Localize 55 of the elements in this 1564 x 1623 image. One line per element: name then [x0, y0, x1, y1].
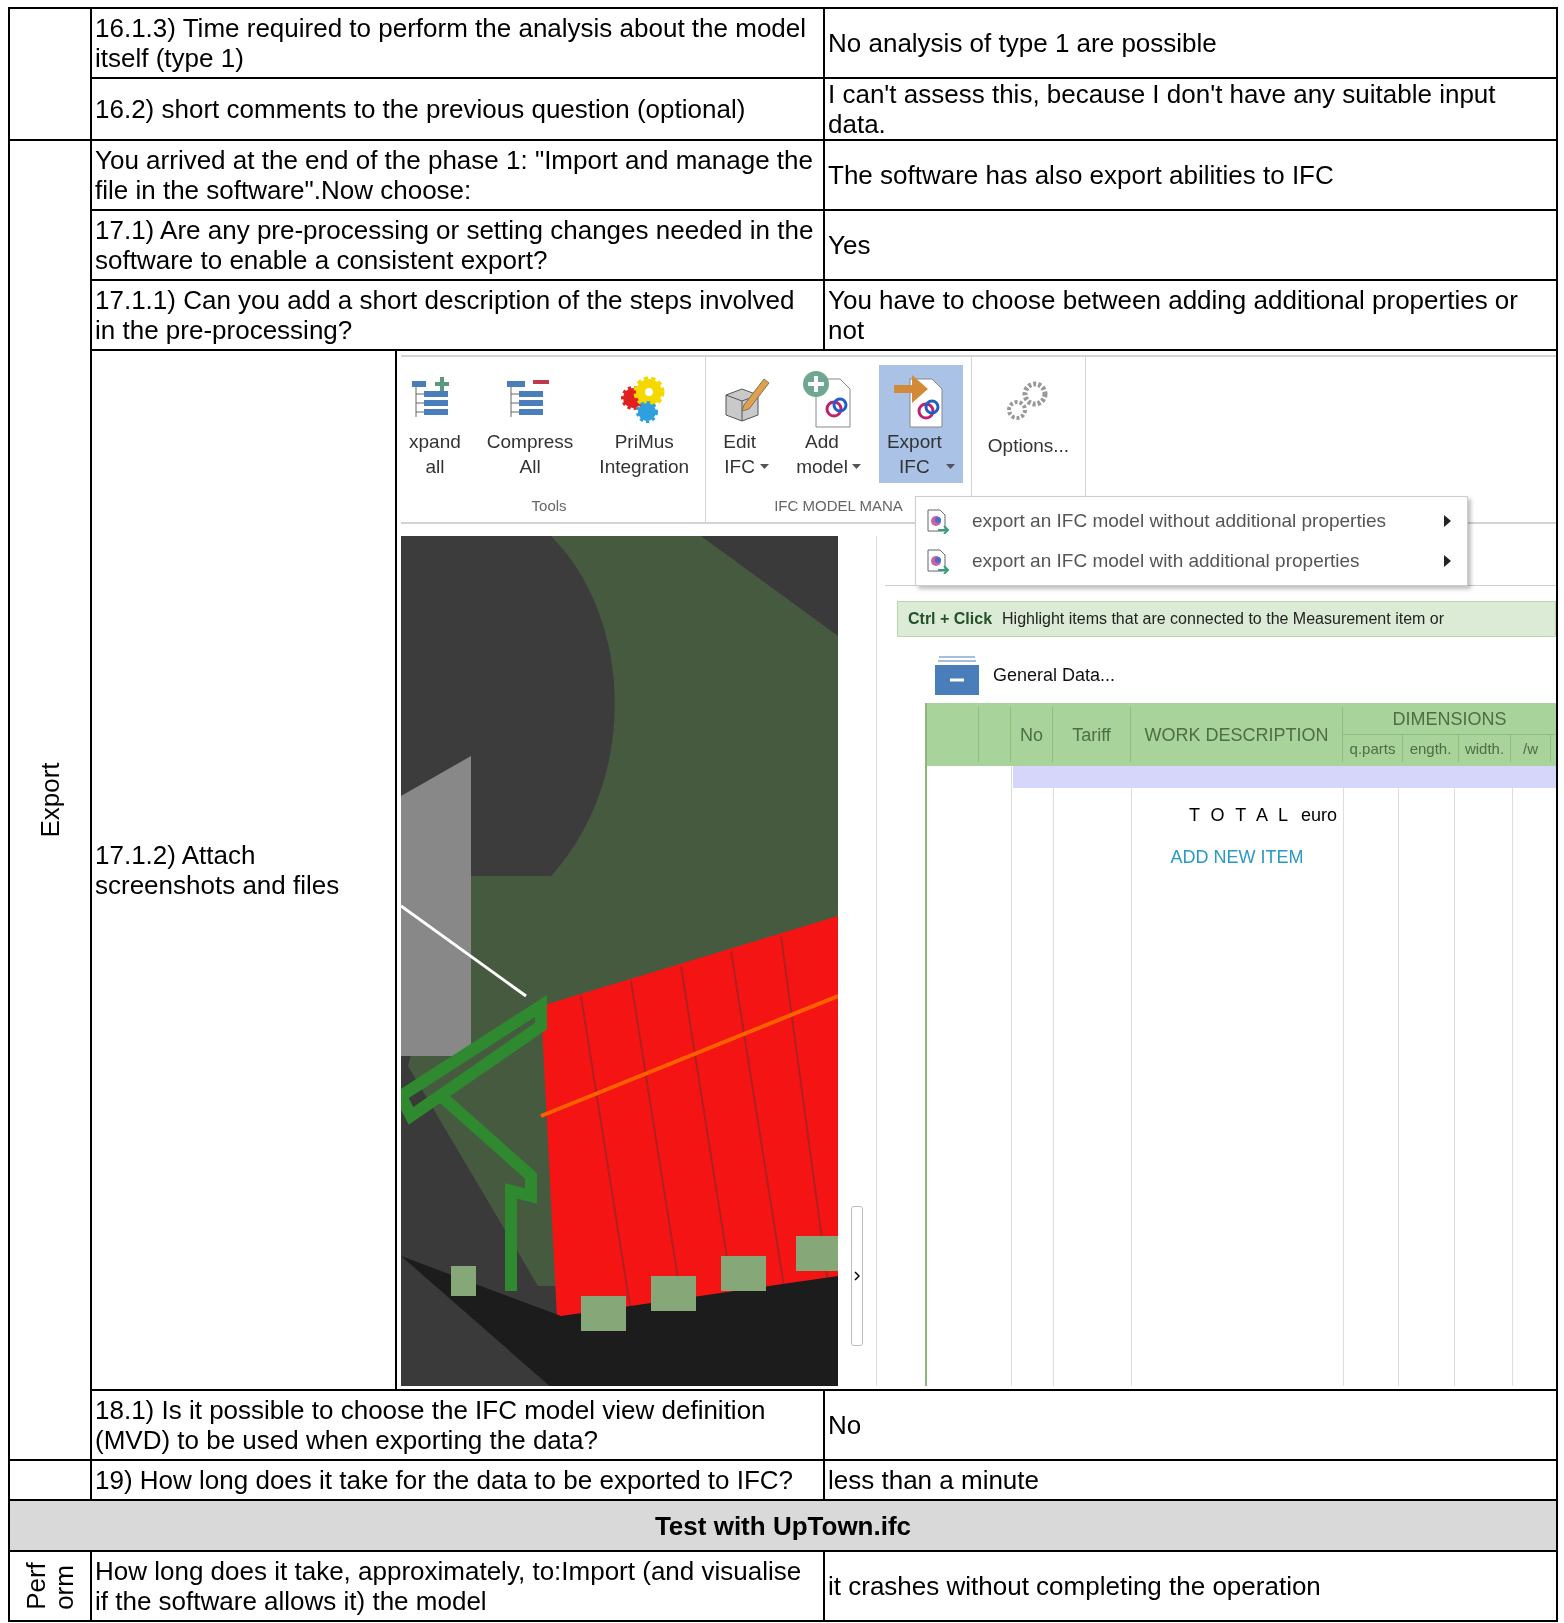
ribbon-button[interactable]: Compress All	[478, 365, 582, 483]
ifc-file-icon	[926, 508, 950, 534]
section-label: orm	[50, 1564, 78, 1610]
section-label: Perf	[22, 1562, 50, 1610]
question-text: 18.1) Is it possible to choose the IFC model view definition (MVD) to be used when exporting the data?	[95, 1395, 766, 1455]
section-label: Export	[36, 762, 64, 838]
ribbon-button[interactable]: Export IFC	[878, 365, 963, 483]
answer-text: it crashes without completing the operation	[828, 1571, 1321, 1601]
question-text: You arrived at the end of the phase 1: "Import and manage the file in the software".Now choose:	[95, 145, 813, 205]
answer-text: The software has also export abilities to IFC	[828, 160, 1334, 190]
ribbon-button[interactable]: Add model	[788, 365, 869, 483]
answer-text: less than a minute	[828, 1465, 1039, 1495]
column-header: Tariff	[1072, 723, 1111, 747]
answer-text: I can't assess this, because I don't have any suitable input data.	[828, 79, 1496, 139]
ribbon-button[interactable]: Options...	[979, 365, 1078, 483]
menu-item[interactable]: export an IFC model without additional properties	[916, 501, 1467, 541]
answer-text: No analysis of type 1 are possible	[828, 28, 1217, 58]
splitter-handle[interactable]	[851, 1206, 863, 1346]
answer-text: You have to choose between adding additional properties or not	[828, 285, 1518, 345]
question-text: 16.2) short comments to the previous question (optional)	[95, 94, 746, 124]
ribbon-button[interactable]: xpand all	[401, 365, 469, 483]
answer-text: Yes	[828, 230, 871, 260]
question-text: 16.1.3) Time required to perform the analysis about the model itself (type 1)	[95, 13, 807, 73]
caret-icon	[760, 464, 769, 469]
section-banner: Test with UpTown.ifc	[9, 1500, 1557, 1551]
chevron-right-icon	[854, 1271, 860, 1281]
ribbon-group-label: IFC MODEL MANA	[774, 496, 903, 516]
question-text: 17.1.1) Can you add a short description of the steps involved in the pre-processing?	[95, 285, 795, 345]
total-label: T O T A L	[1188, 804, 1291, 827]
column-header: width.	[1464, 738, 1505, 759]
ribbon-button[interactable]: Edit IFC	[714, 365, 779, 483]
caret-icon	[851, 464, 861, 469]
section-title: General Data...	[993, 664, 1116, 687]
caret-icon	[945, 464, 955, 469]
question-text: How long does it take, approximately, to:Import (and visualise if the software allows it) the model	[95, 1556, 802, 1616]
submenu-arrow-icon	[1444, 515, 1451, 527]
column-header: ength.	[1409, 738, 1452, 759]
column-header: No	[1020, 723, 1043, 747]
collapse-folder-icon	[935, 655, 979, 695]
shortcut-label: Ctrl + Click	[908, 609, 993, 629]
column-header: /w	[1523, 738, 1538, 759]
column-header: WORK DESCRIPTION	[1144, 723, 1329, 747]
answer-text: No	[828, 1410, 862, 1440]
submenu-arrow-icon	[1444, 555, 1451, 567]
ribbon-group-label: Tools	[531, 496, 567, 516]
ifc-file-icon	[926, 548, 950, 574]
question-text: 17.1) Are any pre-processing or setting changes needed in the software to enable a consistent export?	[95, 215, 814, 275]
ribbon-button[interactable]: PriMus Integration	[591, 365, 698, 483]
total-unit: euro	[1300, 804, 1337, 827]
column-header: q.parts	[1349, 738, 1396, 759]
hint-text: Highlight items that are connected to the Measurement item or	[1002, 609, 1445, 629]
menu-item[interactable]: export an IFC model with additional properties	[916, 541, 1467, 581]
column-header: DIMENSIONS	[1392, 707, 1507, 731]
question-text: 19) How long does it take for the data to be exported to IFC?	[95, 1465, 794, 1495]
question-text: 17.1.2) Attach screenshots and files	[95, 840, 341, 900]
